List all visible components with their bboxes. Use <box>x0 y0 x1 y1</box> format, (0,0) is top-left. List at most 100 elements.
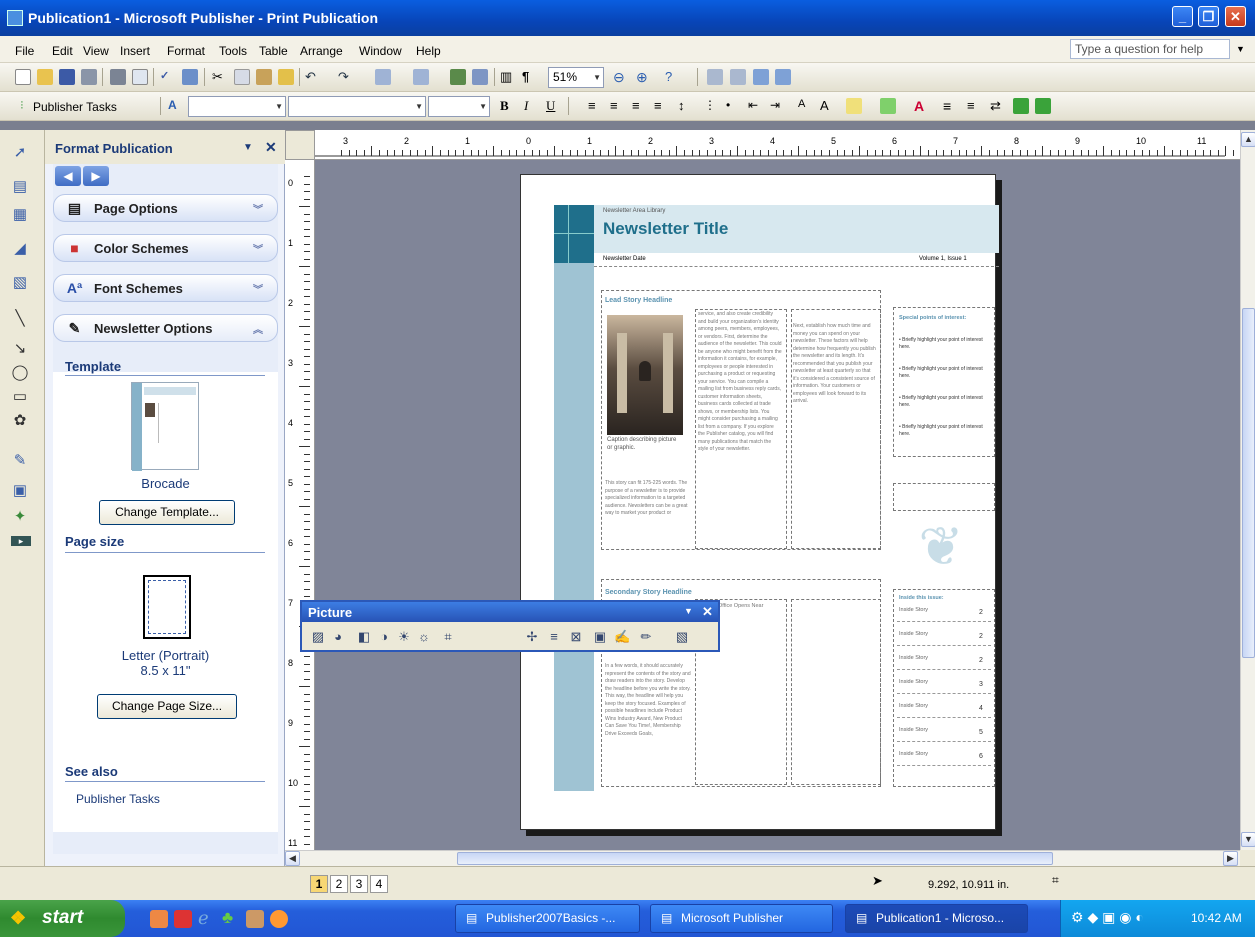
page-3-button[interactable]: 3 <box>350 875 368 893</box>
inside-story-label[interactable]: Inside Story <box>899 751 928 757</box>
spelling-icon[interactable]: ✓ <box>160 69 176 85</box>
font-select[interactable]: ▼ <box>288 96 426 117</box>
task-pane-menu-icon[interactable]: ▼ <box>243 142 253 153</box>
color-icon[interactable]: ◕ <box>330 629 346 645</box>
align-left-icon[interactable]: ≡ <box>588 98 604 114</box>
zoom-dropdown-icon[interactable]: ▼ <box>593 73 601 82</box>
style-select[interactable]: ▼ <box>188 96 286 117</box>
section-font-schemes[interactable]: Aª Font Schemes ︾ <box>53 274 278 302</box>
decrease-font-size-icon[interactable]: A <box>798 98 814 114</box>
inside-story-page[interactable]: 2 <box>979 633 983 640</box>
line-color-icon[interactable] <box>880 98 896 114</box>
dash-style-icon[interactable]: ≡ <box>967 98 983 114</box>
more-contrast-icon[interactable]: ◧ <box>356 629 372 645</box>
text-box-next-icon[interactable] <box>775 69 791 85</box>
oval-icon[interactable]: ◯ <box>11 364 29 382</box>
section-color-schemes[interactable]: ■ Color Schemes ︾ <box>53 234 278 262</box>
special-point-item[interactable]: • Briefly highlight your point of intere… <box>899 366 991 380</box>
underline-icon[interactable]: U <box>546 98 562 114</box>
ask-dropdown-icon[interactable]: ▼ <box>1236 44 1245 54</box>
decrease-indent-icon[interactable]: ⇤ <box>748 98 764 114</box>
ask-question-input[interactable]: Type a question for help <box>1070 39 1230 59</box>
insert-hyperlink-icon[interactable] <box>450 69 466 85</box>
back-icon[interactable]: ◀ <box>55 166 81 186</box>
menu-insert[interactable]: Insert <box>120 44 150 58</box>
inside-story-label[interactable]: Inside Story <box>899 655 928 661</box>
special-characters-icon[interactable]: ¶ <box>522 69 538 85</box>
clock[interactable]: 10:42 AM <box>1191 911 1242 925</box>
columns-icon[interactable]: ▥ <box>500 69 516 85</box>
cut-icon[interactable]: ✂ <box>212 69 228 85</box>
section-page-options[interactable]: ▤ Page Options ︾ <box>53 194 278 222</box>
font-color-icon[interactable]: A <box>914 98 930 114</box>
taskbar-microsoft-publisher[interactable]: ▤ Microsoft Publisher <box>650 904 833 933</box>
publisher-app-icon[interactable] <box>7 10 23 26</box>
maximize-button[interactable]: ❐ <box>1198 6 1219 27</box>
inside-story-label[interactable]: Inside Story <box>899 727 928 733</box>
line-style-icon[interactable]: ≡ <box>546 629 562 645</box>
publication-page[interactable]: Newsletter Area Library Newsletter Title… <box>520 174 999 830</box>
inside-story-page[interactable]: 5 <box>979 729 983 736</box>
taskbar-publisher-basics[interactable]: ▤ Publisher2007Basics -... <box>455 904 640 933</box>
vertical-scrollbar[interactable]: ▲ ▼ <box>1240 130 1255 850</box>
scroll-up-icon[interactable]: ▲ <box>1241 132 1255 147</box>
newsletter-volume[interactable]: Volume 1, Issue 1 <box>919 256 967 262</box>
web-preview-icon[interactable] <box>472 69 488 85</box>
print-preview-icon[interactable] <box>132 69 148 85</box>
more-brightness-icon[interactable]: ☀ <box>396 629 412 645</box>
bring-to-front-icon[interactable] <box>375 69 391 85</box>
line-spacing-icon[interactable]: ↕ <box>678 98 694 114</box>
numbering-icon[interactable]: ⋮ <box>704 98 720 114</box>
horizontal-scroll-thumb[interactable] <box>457 852 1053 865</box>
newsletter-title[interactable]: Newsletter Title <box>603 219 728 239</box>
less-contrast-icon[interactable]: ◑ <box>376 629 392 645</box>
permission-icon[interactable] <box>81 69 97 85</box>
special-point-item[interactable]: • Briefly highlight your point of intere… <box>899 395 991 409</box>
menu-format[interactable]: Format <box>167 44 205 58</box>
menu-view[interactable]: View <box>83 44 109 58</box>
font-dropdown-icon[interactable]: ▼ <box>415 102 423 111</box>
break-link-icon[interactable] <box>730 69 746 85</box>
rectangle-icon[interactable]: ▭ <box>11 388 29 406</box>
copy-icon[interactable] <box>234 69 250 85</box>
horizontal-scrollbar[interactable]: ◀ ▶ <box>285 850 1240 866</box>
open-icon[interactable] <box>37 69 53 85</box>
link-icon[interactable] <box>707 69 723 85</box>
minimize-button[interactable]: _ <box>1172 6 1193 27</box>
italic-icon[interactable]: I <box>524 98 540 114</box>
inside-story-label[interactable]: Inside Story <box>899 679 928 685</box>
style-dropdown-icon[interactable]: ▼ <box>275 102 283 111</box>
arrow-style-icon[interactable]: ⇄ <box>990 98 1006 114</box>
page-size-thumbnail[interactable] <box>143 575 191 639</box>
insert-object-icon[interactable]: ✦ <box>11 508 29 526</box>
task-pane-close-icon[interactable]: ✕ <box>265 139 277 156</box>
hot-spot-icon[interactable]: ✎ <box>11 452 29 470</box>
insert-table-icon[interactable]: ▦ <box>11 206 29 224</box>
menu-table[interactable]: Table <box>259 44 288 58</box>
autoshapes-icon[interactable]: ✿ <box>11 412 29 430</box>
toolbar-options-icon[interactable]: ▼ <box>684 606 693 616</box>
menu-arrange[interactable]: Arrange <box>300 44 343 58</box>
picture-frame-icon[interactable]: ▧ <box>11 274 29 292</box>
tray-icons[interactable]: ⚙ ◆ ▣ ◉ ◐ <box>1071 909 1144 926</box>
menu-help[interactable]: Help <box>416 44 441 58</box>
special-point-item[interactable]: • Briefly highlight your point of intere… <box>899 337 991 351</box>
start-button[interactable]: ❖ start <box>0 900 125 937</box>
inside-story-label[interactable]: Inside Story <box>899 631 928 637</box>
menu-edit[interactable]: Edit <box>52 44 73 58</box>
help-icon[interactable]: ? <box>665 69 681 85</box>
zoom-out-icon[interactable]: ⊖ <box>613 69 629 85</box>
vertical-ruler[interactable]: 0 1 2 3 4 5 6 7 8 9 10 11 <box>285 160 315 890</box>
menu-tools[interactable]: Tools <box>219 44 247 58</box>
inside-story-page[interactable]: 2 <box>979 657 983 664</box>
menu-window[interactable]: Window <box>359 44 402 58</box>
publication-workspace[interactable]: Newsletter Area Library Newsletter Title… <box>315 160 1240 850</box>
forward-icon[interactable]: ▶ <box>83 166 109 186</box>
bullets-icon[interactable]: • <box>726 98 742 114</box>
picture-toolbar-titlebar[interactable]: Picture ▼ ✕ <box>302 602 718 622</box>
line-style-icon[interactable]: ≡ <box>943 98 959 114</box>
zoom-in-icon[interactable]: ⊕ <box>636 69 652 85</box>
font-size-select[interactable]: ▼ <box>428 96 490 117</box>
section-newsletter-options[interactable]: ✎ Newsletter Options ︽ <box>53 314 278 342</box>
secondary-story-col1[interactable]: In a few words, it should accurately rep… <box>605 663 691 763</box>
